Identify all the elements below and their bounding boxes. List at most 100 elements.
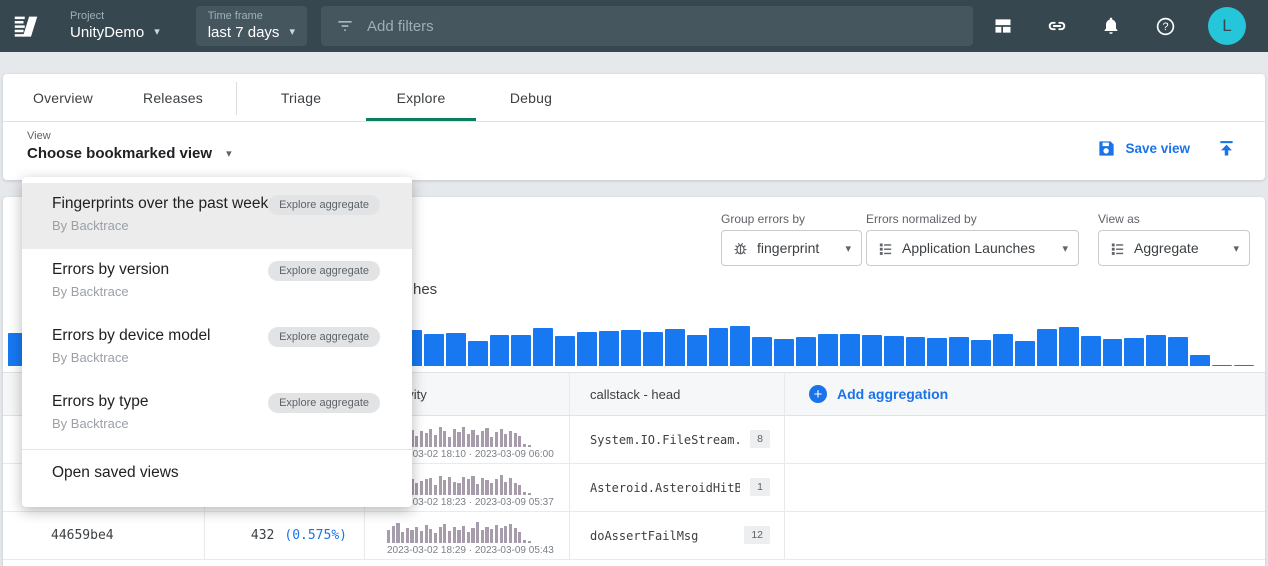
callstack-count-badge: 8 <box>750 430 770 448</box>
list-icon <box>1109 240 1126 257</box>
activity-date-range: 2023-03-02 18:29 · 2023-03-09 05:43 <box>387 545 547 556</box>
chart-bar[interactable] <box>796 337 816 366</box>
fingerprint-cell: 44659be4 <box>51 528 114 543</box>
chart-bar[interactable] <box>906 337 926 366</box>
add-filters-placeholder: Add filters <box>367 18 434 35</box>
menu-item-author: By Backtrace <box>52 350 380 365</box>
chart-bar[interactable] <box>1190 355 1210 367</box>
table-row[interactable]: 44659be4 432 (0.575%) 2023-03-02 18:29 ·… <box>3 512 1265 560</box>
view-as-select[interactable]: Aggregate ▾ <box>1098 230 1250 266</box>
errors-percent-cell: (0.575%) <box>284 528 347 543</box>
filter-icon <box>335 16 355 36</box>
errors-normalized-by-label: Errors normalized by <box>866 212 1079 226</box>
chart-bar[interactable] <box>1124 338 1144 366</box>
chart-bar[interactable] <box>577 332 597 366</box>
chart-bar[interactable] <box>1103 339 1123 366</box>
bookmarked-view-select[interactable]: Choose bookmarked view ▾ <box>27 145 1265 162</box>
chart-bar[interactable] <box>884 336 904 366</box>
chevron-down-icon: ▾ <box>154 23 160 42</box>
chart-bar[interactable] <box>1015 341 1035 366</box>
chart-bar[interactable] <box>446 333 466 366</box>
collapse-to-top-icon[interactable] <box>1216 138 1237 159</box>
group-errors-by-value: fingerprint <box>757 240 837 256</box>
chart-bar[interactable] <box>424 334 444 366</box>
chart-bar[interactable] <box>468 341 488 366</box>
timeframe-label: Time frame <box>208 10 295 23</box>
help-icon[interactable]: ? <box>1154 15 1176 37</box>
chart-bar[interactable] <box>993 334 1013 366</box>
chart-bar[interactable] <box>818 334 838 366</box>
menu-item-errors-by-type[interactable]: Errors by type By Backtrace Explore aggr… <box>22 381 412 447</box>
chart-bar[interactable] <box>1059 327 1079 366</box>
bookmarked-view-value: Choose bookmarked view <box>27 145 212 162</box>
timeframe-selector[interactable]: Time frame last 7 days ▾ <box>196 6 307 46</box>
chevron-down-icon: ▾ <box>226 147 232 160</box>
navigation-card: Overview Releases Triage Explore Debug V… <box>3 74 1265 180</box>
errors-normalized-by-select[interactable]: Application Launches ▾ <box>866 230 1079 266</box>
list-icon <box>877 240 894 257</box>
save-view-label: Save view <box>1125 141 1190 156</box>
chart-bar[interactable] <box>1037 329 1057 366</box>
save-icon <box>1097 139 1116 158</box>
callstack-cell: doAssertFailMsg <box>590 529 698 543</box>
chart-bar[interactable] <box>1081 336 1101 366</box>
callstack-cell: System.IO.FileStream..… <box>590 433 740 447</box>
project-selector[interactable]: Project UnityDemo ▾ <box>56 6 174 46</box>
group-errors-by-select[interactable]: fingerprint ▾ <box>721 230 862 266</box>
chart-bar[interactable] <box>927 338 947 366</box>
chart-bar[interactable] <box>1212 365 1232 367</box>
chart-bar[interactable] <box>643 332 663 366</box>
chart-bar[interactable] <box>490 335 510 366</box>
tab-debug[interactable]: Debug <box>476 74 586 121</box>
chevron-down-icon: ▾ <box>1062 242 1068 255</box>
chart-bar[interactable] <box>1146 335 1166 366</box>
share-link-icon[interactable] <box>1046 15 1068 37</box>
menu-item-author: By Backtrace <box>52 416 380 431</box>
chart-bar[interactable] <box>555 336 575 366</box>
explore-aggregate-badge: Explore aggregate <box>268 393 380 413</box>
menu-item-errors-by-device-model[interactable]: Errors by device model By Backtrace Expl… <box>22 315 412 381</box>
add-aggregation-button[interactable]: + Add aggregation <box>809 385 948 403</box>
notifications-bell-icon[interactable] <box>1100 15 1122 37</box>
backtrace-logo[interactable] <box>0 11 52 41</box>
chart-bar[interactable] <box>687 335 707 366</box>
chart-bar[interactable] <box>599 331 619 366</box>
bug-icon <box>732 240 749 257</box>
save-view-button[interactable]: Save view <box>1097 139 1190 158</box>
chart-bar[interactable] <box>665 329 685 366</box>
menu-item-fingerprints-past-week[interactable]: Fingerprints over the past week By Backt… <box>22 183 412 249</box>
tab-releases[interactable]: Releases <box>118 74 228 121</box>
tab-explore[interactable]: Explore <box>366 74 476 121</box>
chart-bar[interactable] <box>971 340 991 366</box>
view-bar: View Choose bookmarked view ▾ Save view <box>3 122 1265 179</box>
chart-bar[interactable] <box>840 334 860 366</box>
chart-bar[interactable] <box>730 326 750 366</box>
chart-bar[interactable] <box>621 330 641 366</box>
tab-bar: Overview Releases Triage Explore Debug <box>3 74 1265 122</box>
chart-bar[interactable] <box>709 328 729 366</box>
tab-divider <box>236 82 237 115</box>
chart-bar[interactable] <box>511 335 531 366</box>
dashboard-icon[interactable] <box>992 15 1014 37</box>
activity-sparkline <box>387 516 547 543</box>
plus-icon: + <box>809 385 827 403</box>
menu-item-errors-by-version[interactable]: Errors by version By Backtrace Explore a… <box>22 249 412 315</box>
user-avatar[interactable]: L <box>1208 7 1246 45</box>
open-saved-views-item[interactable]: Open saved views <box>22 450 412 496</box>
menu-item-author: By Backtrace <box>52 218 380 233</box>
tab-overview[interactable]: Overview <box>8 74 118 121</box>
chart-bar[interactable] <box>862 335 882 366</box>
chart-bar[interactable] <box>1234 365 1254 367</box>
chart-bar[interactable] <box>533 328 553 366</box>
callstack-count-badge: 1 <box>750 478 770 496</box>
view-label: View <box>27 130 1265 142</box>
chart-bar[interactable] <box>752 337 772 366</box>
chart-bar[interactable] <box>774 339 794 366</box>
tab-triage[interactable]: Triage <box>246 74 356 121</box>
chevron-down-icon: ▾ <box>289 23 295 42</box>
menu-item-author: By Backtrace <box>52 284 380 299</box>
add-filters-input[interactable]: Add filters <box>321 6 973 46</box>
add-aggregation-label: Add aggregation <box>837 386 948 402</box>
chart-bar[interactable] <box>1168 337 1188 366</box>
chart-bar[interactable] <box>949 337 969 366</box>
